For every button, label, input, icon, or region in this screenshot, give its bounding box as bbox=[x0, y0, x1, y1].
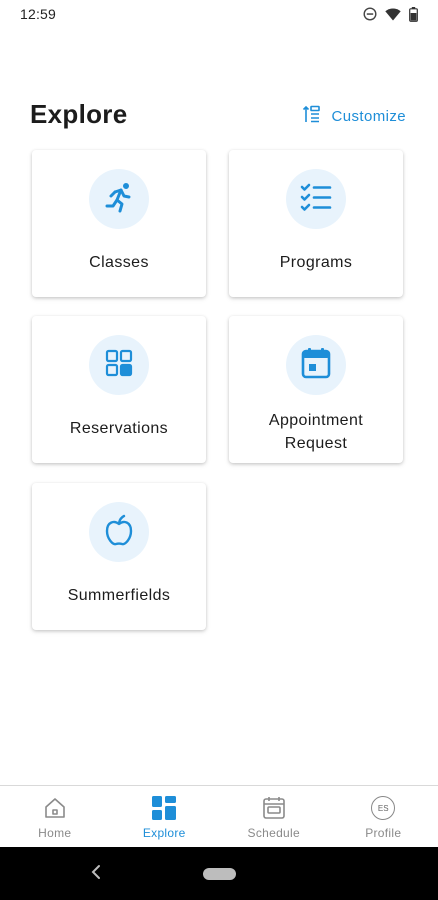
nav-label: Schedule bbox=[247, 826, 300, 840]
bottom-nav: Home Explore Schedule ES Profile bbox=[0, 785, 438, 847]
tile-label: Appointment Request bbox=[269, 409, 363, 455]
nav-schedule[interactable]: Schedule bbox=[219, 786, 329, 847]
tile-label: Summerfields bbox=[67, 587, 171, 604]
profile-avatar-wrap: ES bbox=[371, 795, 396, 821]
sort-icon bbox=[302, 104, 322, 128]
tile-label: Classes bbox=[89, 254, 149, 271]
tile-summerfields[interactable]: Summerfields bbox=[32, 483, 206, 630]
status-icons bbox=[363, 6, 418, 22]
calendar-icon bbox=[301, 347, 331, 384]
tile-icon-circle bbox=[286, 335, 346, 395]
profile-avatar: ES bbox=[371, 796, 396, 820]
do-not-disturb-icon bbox=[363, 7, 377, 21]
nav-label: Profile bbox=[365, 826, 402, 840]
explore-icon bbox=[151, 795, 177, 821]
runner-icon bbox=[102, 180, 136, 219]
back-icon[interactable] bbox=[90, 864, 102, 885]
tile-label: Reservations bbox=[69, 420, 169, 437]
tile-icon-circle bbox=[89, 335, 149, 395]
status-time: 12:59 bbox=[20, 6, 57, 22]
tile-reservations[interactable]: Reservations bbox=[32, 316, 206, 463]
customize-button[interactable]: Customize bbox=[302, 104, 406, 128]
grid-icon bbox=[105, 349, 133, 382]
checklist-icon bbox=[300, 182, 332, 217]
home-icon bbox=[43, 795, 67, 821]
tile-icon-circle bbox=[286, 169, 346, 229]
apple-icon bbox=[105, 514, 133, 551]
nav-explore[interactable]: Explore bbox=[110, 786, 220, 847]
tile-appointment-request[interactable]: Appointment Request bbox=[229, 316, 403, 463]
customize-label: Customize bbox=[331, 107, 406, 125]
nav-profile[interactable]: ES Profile bbox=[329, 786, 438, 847]
nav-home[interactable]: Home bbox=[0, 786, 110, 847]
battery-icon bbox=[409, 6, 418, 22]
tile-label-line2: Request bbox=[284, 435, 348, 452]
tile-icon-circle bbox=[89, 502, 149, 562]
wifi-icon bbox=[385, 8, 401, 21]
home-pill[interactable] bbox=[203, 868, 236, 880]
tile-label: Programs bbox=[279, 254, 353, 271]
nav-label: Home bbox=[38, 826, 72, 840]
nav-label: Explore bbox=[142, 826, 186, 840]
tile-label-line1: Appointment bbox=[268, 412, 364, 429]
schedule-icon bbox=[262, 795, 286, 821]
page-title: Explore bbox=[30, 99, 128, 129]
tile-programs[interactable]: Programs bbox=[229, 150, 403, 297]
tile-classes[interactable]: Classes bbox=[32, 150, 206, 297]
status-bar: 12:59 bbox=[0, 0, 438, 28]
tile-icon-circle bbox=[89, 169, 149, 229]
system-nav-bar bbox=[0, 847, 438, 900]
